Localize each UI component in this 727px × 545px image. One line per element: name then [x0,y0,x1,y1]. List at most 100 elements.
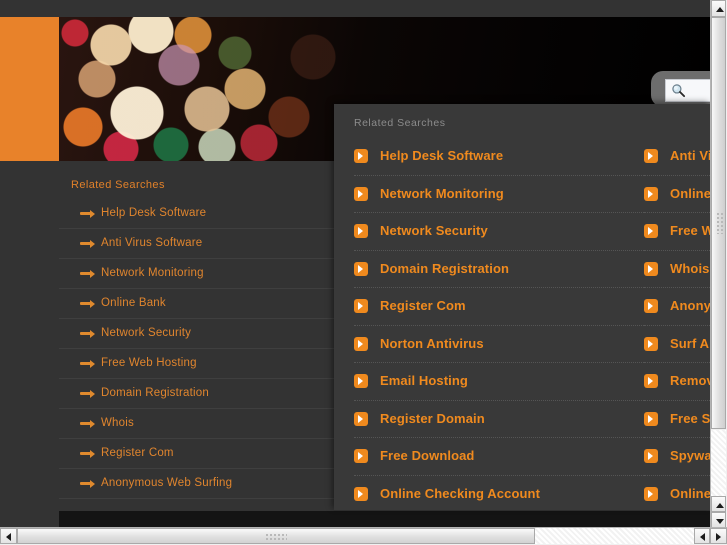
overlay-item-label: Free Download [380,448,475,463]
chevron-right-icon [354,336,368,351]
overlay-item-norton-antivirus[interactable]: Norton Antivirus [354,326,650,363]
browser-window: Related Searches Help Desk Software Anti… [0,0,727,545]
overlay-item-surf-anonymously[interactable]: Surf Anonymously [644,326,710,363]
sidebar-item-help-desk-software[interactable]: Help Desk Software [59,199,334,229]
overlay-item-label: Email Hosting [380,373,468,388]
chevron-right-icon [644,374,658,388]
scroll-left-button-secondary[interactable] [694,528,710,544]
chevron-right-icon [354,486,368,501]
overlay-item-label: Online Checking Account [380,485,541,501]
overlay-item-label: Online Bank [670,185,710,201]
sidebar-item-register-com[interactable]: Register Com [59,439,334,469]
horizontal-scroll-track[interactable] [535,528,694,544]
triangle-up-icon [716,503,724,508]
sidebar-item-label: Network Monitoring [101,267,204,279]
overlay-item-free-software[interactable]: Free Software [644,401,710,438]
overlay-item-anonymous-web-surfing[interactable]: Anonymous Web Surfing [644,288,710,326]
arrow-right-icon [80,329,95,338]
sidebar-item-domain-registration[interactable]: Domain Registration [59,379,334,409]
arrow-right-icon [80,449,95,458]
overlay-item-whois[interactable]: Whois [644,251,710,288]
sidebar-item-label: Network Security [101,327,192,339]
scroll-up-button[interactable] [711,0,726,17]
overlay-item-remove-spyware[interactable]: Remove Spyware [644,363,710,401]
overlay-item-online-checking-account[interactable]: Online Checking Account [354,476,650,511]
overlay-item-label: Network Security [380,223,488,238]
overlay-item-online-banking[interactable]: Online Banking [644,476,710,511]
chevron-right-icon [644,449,658,463]
overlay-item-free-web-hosting[interactable]: Free Web Hosting [644,213,710,251]
vertical-scroll-track[interactable] [711,430,726,496]
chevron-right-icon [354,261,368,276]
sidebar-item-label: Online Bank [101,297,166,309]
overlay-item-label: Online Banking [670,485,710,501]
overlay-column-right: Anti Virus Software Online Bank Free Web… [644,138,710,510]
chevron-right-icon [354,224,368,238]
sidebar-item-anti-virus-software[interactable]: Anti Virus Software [59,229,334,259]
sidebar-item-anonymous-web-surfing[interactable]: Anonymous Web Surfing [59,469,334,499]
chevron-right-icon [354,186,368,201]
horizontal-scroll-thumb[interactable] [17,528,535,544]
sidebar-item-free-web-hosting[interactable]: Free Web Hosting [59,349,334,379]
overlay-item-register-domain[interactable]: Register Domain [354,401,650,438]
sidebar-item-label: Anti Virus Software [101,237,203,249]
chevron-right-icon [354,411,368,426]
overlay-item-label: Free Web Hosting [670,223,710,238]
sidebar-item-label: Domain Registration [101,387,209,399]
page-top-strip [0,0,711,17]
magnifier-icon [672,84,686,98]
scroll-up-button-secondary[interactable] [711,496,726,512]
arrow-right-icon [80,239,95,248]
triangle-up-icon [716,7,724,12]
arrow-right-icon [80,209,95,218]
overlay-item-online-bank[interactable]: Online Bank [644,176,710,213]
chevron-right-icon [644,186,658,201]
sidebar-item-online-bank[interactable]: Online Bank [59,289,334,319]
sidebar-list: Help Desk Software Anti Virus Software N… [59,199,334,499]
chevron-right-icon [644,336,658,351]
chevron-right-icon [644,224,658,238]
overlay-item-network-monitoring[interactable]: Network Monitoring [354,176,650,213]
triangle-left-icon [700,533,705,541]
arrow-right-icon [80,269,95,278]
overlay-item-help-desk-software[interactable]: Help Desk Software [354,138,650,176]
vertical-scroll-thumb[interactable] [711,17,726,429]
sidebar-item-label: Whois [101,417,134,429]
overlay-item-spyware-removal[interactable]: Spyware Removal [644,438,710,476]
overlay-item-label: Spyware Removal [670,448,710,463]
sidebar-item-network-monitoring[interactable]: Network Monitoring [59,259,334,289]
scroll-left-button[interactable] [0,528,17,544]
overlay-item-label: Register Com [380,298,466,313]
overlay-column-left: Help Desk Software Network Monitoring Ne… [354,138,650,510]
overlay-item-label: Help Desk Software [380,148,504,163]
chevron-right-icon [644,149,658,163]
horizontal-scrollbar[interactable] [0,527,727,545]
overlay-item-anti-virus-software[interactable]: Anti Virus Software [644,138,710,176]
scroll-right-button[interactable] [710,528,727,544]
overlay-list-right: Anti Virus Software Online Bank Free Web… [644,138,710,510]
chevron-right-icon [354,374,368,388]
arrow-right-icon [80,389,95,398]
vertical-scrollbar[interactable] [710,0,727,528]
overlay-item-register-com[interactable]: Register Com [354,288,650,326]
overlay-item-email-hosting[interactable]: Email Hosting [354,363,650,401]
scroll-down-button[interactable] [711,512,726,528]
sidebar-item-label: Free Web Hosting [101,357,197,369]
overlay-item-free-download[interactable]: Free Download [354,438,650,476]
overlay-item-domain-registration[interactable]: Domain Registration [354,251,650,288]
triangle-left-icon [6,533,11,541]
search-input[interactable] [665,79,711,102]
arrow-right-icon [80,359,95,368]
overlay-item-network-security[interactable]: Network Security [354,213,650,251]
sidebar-item-label: Register Com [101,447,174,459]
sidebar-item-whois[interactable]: Whois [59,409,334,439]
arrow-right-icon [80,419,95,428]
search-panel [651,71,711,107]
sidebar-related-searches: Related Searches Help Desk Software Anti… [59,161,334,499]
overlay-item-label: Domain Registration [380,260,510,276]
overlay-item-label: Anonymous Web Surfing [670,298,710,313]
page-viewport: Related Searches Help Desk Software Anti… [0,0,711,528]
chevron-right-icon [354,449,368,463]
sidebar-item-network-security[interactable]: Network Security [59,319,334,349]
overlay-item-label: Norton Antivirus [380,335,484,351]
